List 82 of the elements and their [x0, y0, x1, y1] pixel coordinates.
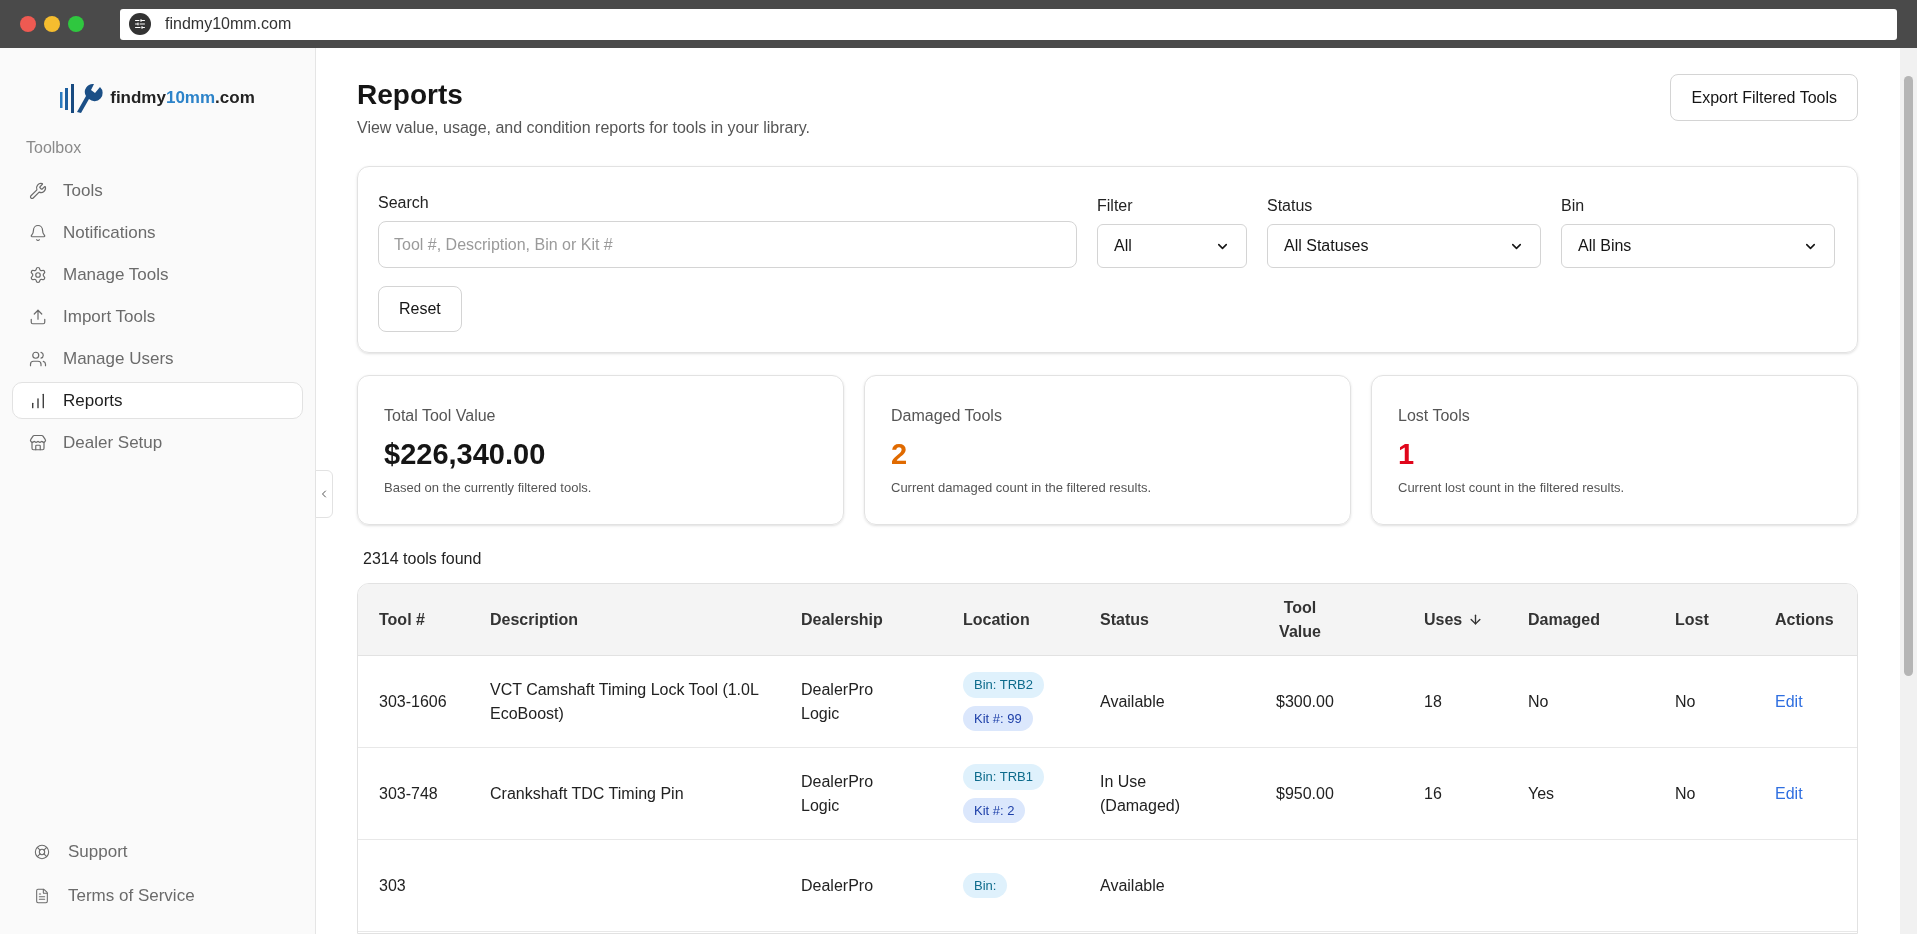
- column-header[interactable]: Location: [963, 607, 1030, 632]
- section-heading: Toolbox: [26, 138, 82, 158]
- stat-value: $226,340.00: [384, 437, 546, 472]
- table-cell: No: [1528, 692, 1549, 710]
- table-cell: 303-748: [379, 784, 438, 802]
- page-subtitle: View value, usage, and condition reports for tools in your library.: [357, 118, 810, 138]
- reset-button[interactable]: Reset: [378, 286, 462, 332]
- table-cell: 18: [1424, 692, 1442, 710]
- document-icon: [34, 887, 50, 904]
- field-label: Filter: [1097, 196, 1133, 216]
- dropdown-select[interactable]: All: [1097, 224, 1247, 268]
- scrollbar[interactable]: [1900, 48, 1917, 934]
- bell-icon: [29, 223, 47, 242]
- nav-item[interactable]: Import Tools: [12, 298, 303, 335]
- edit-link[interactable]: Edit: [1775, 692, 1803, 710]
- table-cell: 303-1606: [379, 692, 447, 710]
- column-header[interactable]: Tool Value: [1276, 595, 1324, 644]
- edit-link[interactable]: Edit: [1775, 784, 1803, 802]
- stat-note: Current lost count in the filtered results.: [1398, 479, 1625, 497]
- column-header[interactable]: Actions: [1775, 607, 1834, 632]
- stat-title: Total Tool Value: [384, 406, 496, 426]
- location-tag: Kit #: 99: [963, 705, 1033, 731]
- table-cell: VCT Camshaft Timing Lock Tool (1.0L EcoBoost): [490, 680, 759, 722]
- nav-item[interactable]: Tools: [12, 172, 303, 209]
- settings-icon: [29, 265, 47, 284]
- table-cell: 16: [1424, 784, 1442, 802]
- footer-link[interactable]: Terms of Service: [34, 879, 281, 912]
- site-settings-icon[interactable]: [129, 13, 151, 35]
- users-icon: [29, 349, 47, 368]
- result-count: 2314 tools found: [363, 549, 482, 569]
- table-cell: In Use (Damaged): [1100, 772, 1181, 814]
- column-header[interactable]: Status: [1100, 607, 1149, 632]
- dropdown-select[interactable]: All Bins: [1561, 224, 1835, 268]
- table-cell: No: [1675, 784, 1696, 802]
- location-tag: Bin: TRB2: [963, 672, 1044, 698]
- footer-link[interactable]: Support: [34, 835, 281, 868]
- table-cell: $300.00: [1276, 692, 1334, 710]
- stat-title: Lost Tools: [1398, 406, 1470, 426]
- table-cell: DealerPro Logic: [801, 772, 874, 814]
- table-cell: Available: [1100, 876, 1165, 894]
- table-cell: No: [1675, 692, 1696, 710]
- table-cell: DealerPro: [801, 876, 874, 894]
- stat-value: 1: [1398, 437, 1415, 472]
- stat-value: 2: [891, 437, 908, 472]
- search-field[interactable]: Tool #, Description, Bin or Kit #: [378, 221, 1077, 268]
- table-cell: Crankshaft TDC Timing Pin: [490, 784, 684, 802]
- address-bar[interactable]: findmy10mm.com: [120, 8, 1897, 40]
- table-cell: $950.00: [1276, 784, 1334, 802]
- column-header[interactable]: Damaged: [1528, 607, 1601, 632]
- location-tag: Kit #: 2: [963, 797, 1026, 823]
- table-cell: 303: [379, 876, 406, 894]
- nav-item[interactable]: Dealer Setup: [12, 424, 303, 461]
- stat-note: Based on the currently filtered tools.: [384, 479, 592, 497]
- dropdown-select[interactable]: All Statuses: [1267, 224, 1541, 268]
- nav-item[interactable]: Manage Tools: [12, 256, 303, 293]
- logo-text: findmy10mm.com: [110, 87, 255, 110]
- column-header[interactable]: Tool #: [379, 607, 427, 632]
- location-tag: Bin: TRB1: [963, 764, 1044, 790]
- bar-chart-icon: [29, 391, 47, 410]
- column-header[interactable]: Description: [490, 607, 578, 632]
- field-label: Search: [378, 193, 429, 213]
- field-label: Bin: [1561, 196, 1585, 216]
- lifebuoy-icon: [34, 843, 50, 860]
- field-label: Status: [1267, 196, 1313, 216]
- sort-arrow-icon: [1468, 612, 1484, 627]
- nav-item[interactable]: Reports: [12, 382, 303, 419]
- table-cell: Available: [1100, 692, 1165, 710]
- export-button[interactable]: Export Filtered Tools: [1670, 74, 1858, 121]
- wrench-icon: [29, 181, 47, 200]
- upload-icon: [29, 307, 47, 326]
- store-icon: [29, 433, 47, 452]
- column-header[interactable]: Uses: [1424, 607, 1484, 632]
- table-cell: Yes: [1528, 784, 1555, 802]
- page-title: Reports: [357, 78, 463, 112]
- table-cell: DealerPro Logic: [801, 680, 874, 722]
- location-tag: Bin:: [963, 872, 1008, 899]
- column-header[interactable]: Dealership: [801, 607, 883, 632]
- nav-item[interactable]: Manage Users: [12, 340, 303, 377]
- stat-note: Current damaged count in the filtered results.: [891, 479, 1152, 497]
- nav-item[interactable]: Notifications: [12, 214, 303, 251]
- stat-title: Damaged Tools: [891, 406, 1002, 426]
- column-header[interactable]: Lost: [1675, 607, 1709, 632]
